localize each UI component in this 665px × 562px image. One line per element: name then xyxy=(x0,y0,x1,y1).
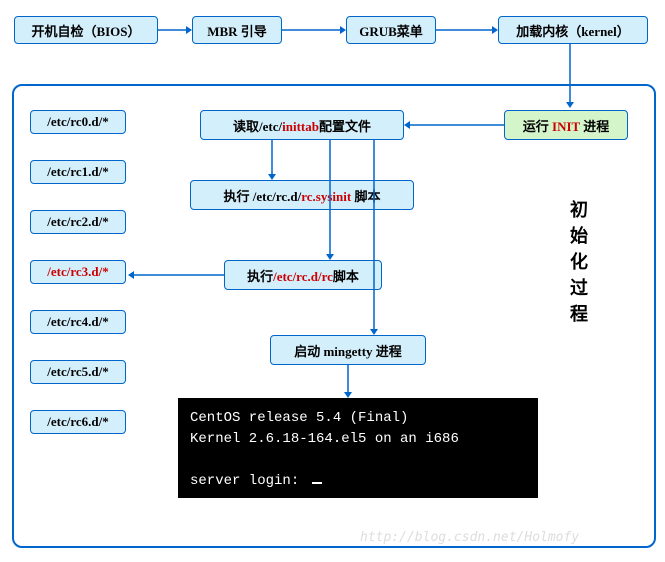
arrow-inittab-sysinit xyxy=(272,140,273,180)
side-label: 初始化过程 xyxy=(565,200,591,330)
arrow-rc-rc3 xyxy=(128,275,224,276)
box-mingetty-label: 启动 mingetty 进程 xyxy=(294,341,402,360)
box-rc4: /etc/rc4.d/* xyxy=(30,310,126,334)
box-rc: 执行/etc/rc.d/rc脚本 xyxy=(224,260,382,290)
box-sysinit: 执行 /etc/rc.d/rc.sysinit 脚本 xyxy=(190,180,414,210)
box-bios: 开机自检（BIOS） xyxy=(14,16,158,44)
box-init-label: 运行 INIT 进程 xyxy=(523,116,609,135)
box-rc2: /etc/rc2.d/* xyxy=(30,210,126,234)
watermark: http://blog.csdn.net/Holmofy xyxy=(360,530,579,545)
arrow-grub-kernel xyxy=(436,30,498,31)
box-rc-label: 执行/etc/rc.d/rc脚本 xyxy=(247,266,359,285)
box-mbr: MBR 引导 xyxy=(192,16,282,44)
arrow-init-inittab xyxy=(404,125,504,126)
box-grub: GRUB菜单 xyxy=(346,16,436,44)
box-kernel-label: 加载内核（kernel） xyxy=(516,21,629,40)
box-sysinit-label: 执行 /etc/rc.d/rc.sysinit 脚本 xyxy=(224,186,381,205)
box-kernel: 加载内核（kernel） xyxy=(498,16,648,44)
box-rc1: /etc/rc1.d/* xyxy=(30,160,126,184)
arrow-bios-mbr xyxy=(158,30,192,31)
cursor xyxy=(312,482,322,484)
box-bios-label: 开机自检（BIOS） xyxy=(31,21,140,40)
diagram-canvas: 开机自检（BIOS） MBR 引导 GRUB菜单 加载内核（kernel） 运行… xyxy=(0,0,665,562)
box-grub-label: GRUB菜单 xyxy=(359,21,423,40)
arrow-inittab-mingetty xyxy=(374,140,375,335)
box-inittab: 读取/etc/inittab配置文件 xyxy=(200,110,404,140)
box-rc5: /etc/rc5.d/* xyxy=(30,360,126,384)
arrow-mingetty-terminal xyxy=(348,365,349,398)
box-rc6: /etc/rc6.d/* xyxy=(30,410,126,434)
box-inittab-label: 读取/etc/inittab配置文件 xyxy=(233,116,371,135)
arrow-mbr-grub xyxy=(282,30,346,31)
box-rc3: /etc/rc3.d/* xyxy=(30,260,126,284)
box-init: 运行 INIT 进程 xyxy=(504,110,628,140)
box-rc0: /etc/rc0.d/* xyxy=(30,110,126,134)
arrow-inittab-rc xyxy=(330,140,331,260)
box-mbr-label: MBR 引导 xyxy=(207,21,267,40)
box-mingetty: 启动 mingetty 进程 xyxy=(270,335,426,365)
terminal: CentOS release 5.4 (Final) Kernel 2.6.18… xyxy=(178,398,538,498)
